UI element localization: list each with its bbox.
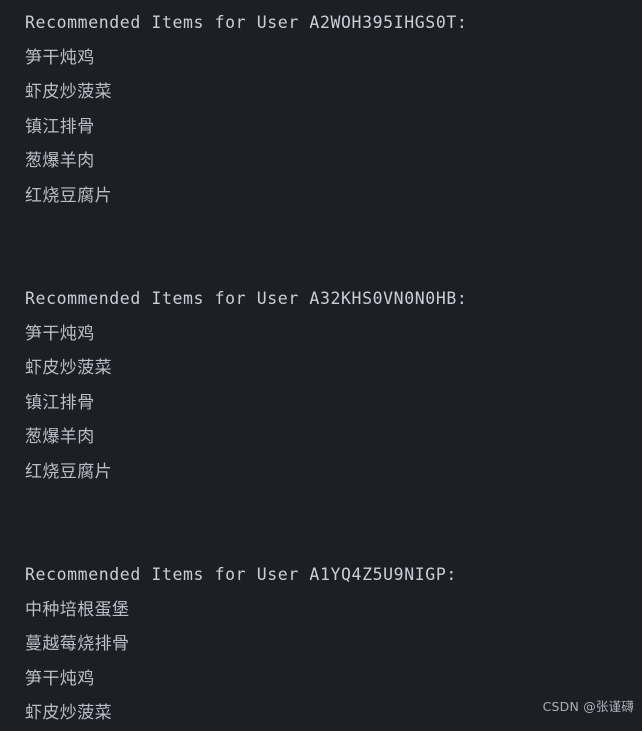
block-separator [0, 213, 642, 282]
recommendation-block: Recommended Items for User A2WOH395IHGS0… [0, 6, 642, 213]
recommended-item: 葱爆羊肉 [25, 151, 95, 171]
recommendation-header: Recommended Items for User A32KHS0VN0N0H… [25, 289, 468, 308]
recommended-item: 红烧豆腐片 [25, 461, 112, 482]
csdn-watermark: CSDN @张谨礴 [542, 699, 634, 714]
recommended-item: 虾皮炒菠菜 [25, 82, 112, 102]
recommended-item: 红烧豆腐片 [25, 185, 112, 206]
recommended-item: 蔓越莓烧排骨 [25, 634, 130, 654]
terminal-output: Recommended Items for User A2WOH395IHGS0… [0, 0, 642, 731]
recommended-item: 笋干炖鸡 [25, 668, 95, 689]
recommended-item: 镇江排骨 [25, 392, 95, 413]
recommended-item: 虾皮炒菠菜 [25, 358, 112, 378]
recommended-item: 葱爆羊肉 [25, 427, 95, 447]
recommended-item: 笋干炖鸡 [25, 47, 95, 68]
recommendation-header: Recommended Items for User A1YQ4Z5U9NIGP… [25, 565, 457, 584]
recommended-item: 中种培根蛋堡 [25, 599, 130, 620]
recommended-item: 镇江排骨 [25, 116, 95, 137]
recommendation-header: Recommended Items for User A2WOH395IHGS0… [25, 13, 468, 32]
recommendation-block: Recommended Items for User A32KHS0VN0N0H… [0, 282, 642, 489]
block-separator [0, 489, 642, 558]
recommended-item: 笋干炖鸡 [25, 323, 95, 344]
